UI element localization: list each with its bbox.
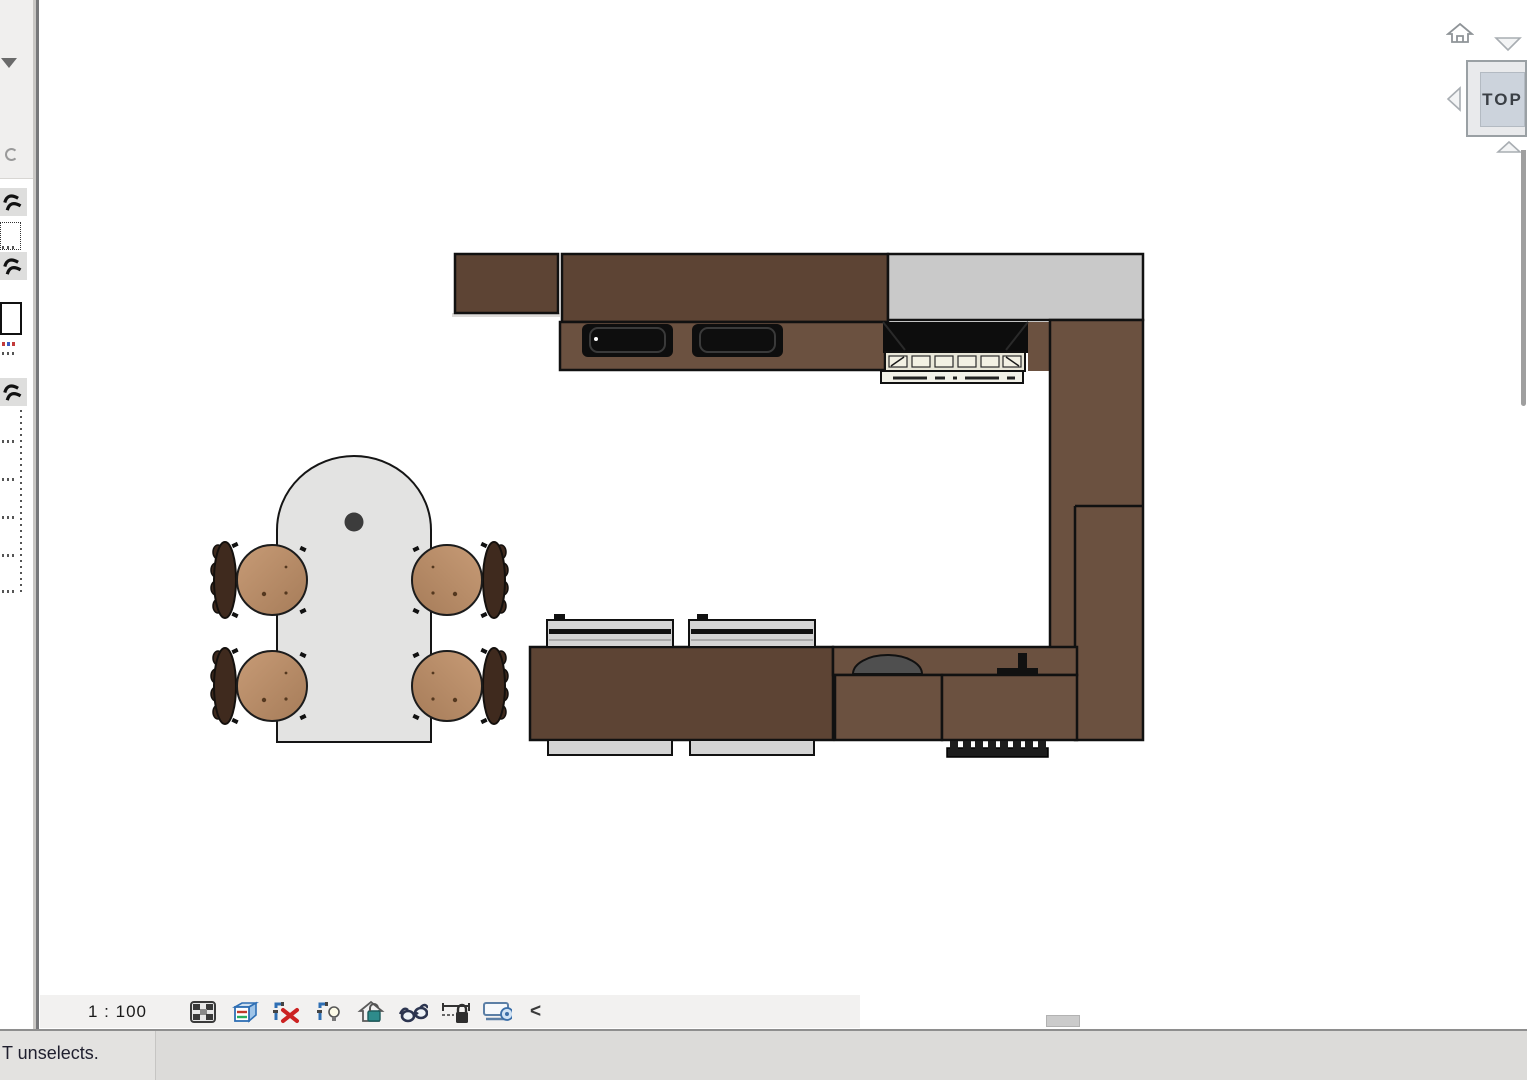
- dining-chair[interactable]: [412, 648, 508, 724]
- clipped-label-glyph: [5, 148, 18, 161]
- scale-button[interactable]: 1 : 100: [88, 1002, 188, 1022]
- left-panel-strip: [0, 0, 40, 1030]
- horizontal-scrollbar-thumb[interactable]: [1046, 1015, 1080, 1027]
- home-icon[interactable]: [1446, 22, 1474, 44]
- rotate-up-arrow-icon[interactable]: [1496, 140, 1522, 154]
- monitor-badge-icon[interactable]: [482, 998, 512, 1026]
- viewcube[interactable]: TOP: [1440, 10, 1527, 170]
- dotted-mark: [2, 440, 17, 443]
- crop-view-off-icon[interactable]: [272, 998, 302, 1026]
- color-dots-mark: [2, 342, 18, 346]
- dining-chair[interactable]: [211, 648, 307, 724]
- dotted-mark: [2, 352, 17, 355]
- detail-level-icon[interactable]: [188, 998, 218, 1026]
- refrigerator-top[interactable]: [888, 254, 1143, 320]
- dotted-mark: [2, 554, 17, 557]
- dotted-mark: [2, 590, 17, 593]
- table-centerpiece: [345, 513, 364, 532]
- vent-grill[interactable]: [947, 741, 1048, 757]
- panel-divider[interactable]: [36, 0, 39, 1030]
- plan-canvas[interactable]: [0, 0, 1527, 1030]
- vertical-scrollbar-thumb[interactable]: [1521, 150, 1526, 406]
- peninsula-counter[interactable]: [530, 647, 1077, 740]
- range-open[interactable]: [881, 322, 1028, 383]
- dining-chair[interactable]: [412, 542, 508, 618]
- visual-style-icon[interactable]: [230, 998, 260, 1026]
- revit-floor-plan-window: { "viewcube": { "face": "TOP" }, "view_c…: [0, 0, 1527, 1080]
- rotate-down-arrow-icon[interactable]: [1494, 36, 1522, 52]
- viewcube-face[interactable]: TOP: [1466, 60, 1527, 137]
- list-item[interactable]: [0, 378, 27, 406]
- viewcube-face-label[interactable]: TOP: [1480, 72, 1525, 127]
- dotted-mark: [2, 246, 17, 249]
- dimension-lock-icon[interactable]: [440, 998, 470, 1026]
- dining-chair[interactable]: [211, 542, 307, 618]
- dotted-mark: [2, 478, 17, 481]
- house-lock-icon[interactable]: [356, 998, 386, 1026]
- rotate-left-arrow-icon[interactable]: [1446, 86, 1462, 112]
- status-message: T unselects.: [2, 1043, 99, 1064]
- status-bar: T unselects.: [0, 1031, 1527, 1080]
- list-item[interactable]: [0, 252, 27, 280]
- dotted-mark: [2, 516, 17, 519]
- list-item[interactable]: [0, 188, 27, 216]
- chevron-down-icon[interactable]: [1, 58, 17, 68]
- dashed-crop-edge: [20, 410, 22, 592]
- collapse-chevron[interactable]: <: [530, 1001, 541, 1023]
- show-crop-region-icon[interactable]: [314, 998, 344, 1026]
- view-control-bar: 1 : 100: [40, 995, 860, 1028]
- selected-list-item[interactable]: [0, 302, 22, 335]
- glasses-icon[interactable]: [398, 998, 428, 1026]
